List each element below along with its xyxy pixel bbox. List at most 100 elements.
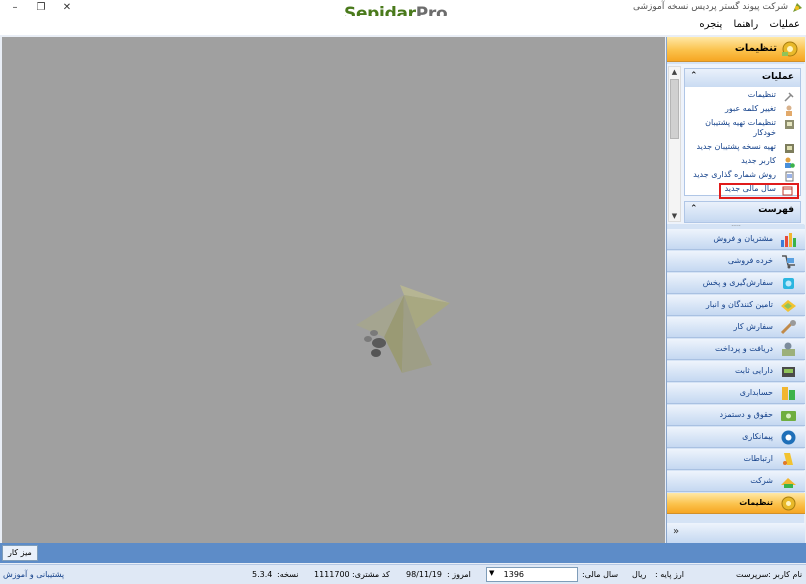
- module-label: دریافت و پرداخت: [715, 344, 773, 353]
- module-company[interactable]: شرکت: [667, 471, 805, 492]
- module-label: ارتباطات: [743, 454, 774, 463]
- menu-bar: عملیات راهنما پنجره: [0, 16, 806, 35]
- list-group-header[interactable]: ⌃ فهرست: [685, 202, 800, 220]
- tasks-scrollbar[interactable]: ▲ ▼: [668, 66, 681, 222]
- new-user-icon: [785, 157, 795, 168]
- collapse-chevron-icon[interactable]: ⌃: [690, 204, 698, 214]
- window-title: شرکت پیوند گستر پردیس نسخه آموزشی: [632, 2, 788, 12]
- title-bar: – ❐ ✕ SepidarPro شرکت پیوند گستر پردیس ن…: [0, 0, 806, 24]
- contracting-icon: [781, 430, 796, 445]
- fiscal-year-select[interactable]: ▼ 1396: [486, 567, 578, 582]
- module-suppliers-warehouse[interactable]: تامین کنندگان و انبار: [667, 295, 805, 316]
- nav-pane-header: تنظیمات: [667, 37, 805, 62]
- module-label: حسابداری: [739, 388, 773, 397]
- dropdown-arrow-icon[interactable]: ▼: [489, 569, 494, 577]
- work-order-icon: [780, 320, 796, 335]
- module-label: دارایی ثابت: [734, 366, 773, 375]
- task-new-fiscal-year[interactable]: سال مالی جدید: [719, 183, 799, 199]
- module-label: حقوق و دستمزد: [719, 410, 773, 419]
- sales-chart-icon: [781, 233, 796, 247]
- communications-icon: [783, 453, 793, 465]
- fiscal-year-label: سال مالی:: [582, 570, 619, 579]
- nav-pane-title: تنظیمات: [734, 43, 777, 54]
- module-label: تنظیمات: [739, 498, 773, 507]
- task-label: تغییر کلمه عبور: [725, 104, 776, 113]
- menu-help[interactable]: راهنما: [730, 16, 763, 30]
- customer-code-value: 1111700: [314, 570, 350, 579]
- task-new-user[interactable]: کاربر جدید: [685, 156, 800, 170]
- configure-buttons-chevron-icon[interactable]: »: [673, 526, 679, 537]
- scroll-down-arrow-icon[interactable]: ▼: [669, 211, 680, 221]
- fiscal-year-icon: [782, 186, 793, 196]
- base-currency-value: ریال: [632, 570, 647, 579]
- module-label: خرده فروشی: [727, 256, 773, 265]
- numbering-icon: [785, 171, 794, 182]
- module-retail[interactable]: خرده فروشی: [667, 251, 805, 272]
- module-accounting[interactable]: حسابداری: [667, 383, 805, 404]
- status-bar: پشتیبانی و آموزش 5.3.4 نسخه: 1111700 کد …: [0, 564, 806, 584]
- scroll-thumb[interactable]: [670, 79, 679, 139]
- navigation-pane: تنظیمات ▲ ▼ ⌃ عملیات تنظیمات تغییر کلمه …: [666, 37, 805, 543]
- tasks-area: ▲ ▼ ⌃ عملیات تنظیمات تغییر کلمه عبور تنظ…: [667, 64, 805, 224]
- module-communications[interactable]: ارتباطات: [667, 449, 805, 470]
- today-label: امروز :: [447, 570, 471, 579]
- task-label: تنظیمات: [747, 90, 776, 99]
- task-label: روش شماره گذاری جدید: [693, 170, 776, 179]
- module-ordering-distribution[interactable]: سفارش‌گیری و پخش: [667, 273, 805, 294]
- accounting-icon: [782, 387, 795, 400]
- module-label: مشتریان و فروش: [713, 234, 773, 243]
- backup-icon: [785, 144, 794, 153]
- task-label: تهیه نسخه پشتیبان جدید: [696, 142, 776, 151]
- scroll-up-arrow-icon[interactable]: ▲: [669, 67, 680, 77]
- operations-group-header[interactable]: ⌃ عملیات: [685, 69, 800, 87]
- company-icon: [781, 478, 796, 488]
- sepidar-watermark-icon: [356, 285, 450, 373]
- tab-desk[interactable]: میز کار: [2, 545, 38, 561]
- task-label: سال مالی جدید: [724, 184, 776, 193]
- fiscal-year-value: 1396: [503, 570, 524, 579]
- module-label: شرکت: [750, 476, 773, 485]
- support-link[interactable]: پشتیبانی و آموزش: [3, 570, 64, 579]
- menu-window[interactable]: پنجره: [695, 16, 726, 30]
- task-new-backup[interactable]: تهیه نسخه پشتیبان جدید: [685, 142, 800, 156]
- task-change-password[interactable]: تغییر کلمه عبور: [685, 104, 800, 118]
- user-key-icon: [786, 105, 792, 116]
- module-list: مشتریان و فروش خرده فروشی سفارش‌گیری و پ…: [667, 229, 805, 515]
- workspace-area: [2, 37, 665, 543]
- settings-icon: [784, 92, 794, 102]
- user-value: سرپرست: [736, 570, 769, 579]
- list-group: ⌃ فهرست: [684, 201, 801, 223]
- task-auto-backup-settings[interactable]: تنظیمات تهیه پشتیبان خودکار: [685, 118, 800, 142]
- module-contracting[interactable]: پیمانکاری: [667, 427, 805, 448]
- distribution-icon: [783, 278, 794, 289]
- module-label: سفارش کار: [733, 322, 773, 331]
- suppliers-icon: [781, 300, 796, 312]
- task-settings[interactable]: تنظیمات: [685, 90, 800, 104]
- nav-pane-footer[interactable]: »: [667, 523, 805, 543]
- task-new-numbering[interactable]: روش شماره گذاری جدید: [685, 170, 800, 184]
- module-receive-payment[interactable]: دریافت و پرداخت: [667, 339, 805, 360]
- today-value: 98/11/19: [406, 570, 442, 579]
- collapse-chevron-icon[interactable]: ⌃: [690, 71, 698, 81]
- module-payroll[interactable]: حقوق و دستمزد: [667, 405, 805, 426]
- operations-group-body: تنظیمات تغییر کلمه عبور تنظیمات تهیه پشت…: [685, 87, 800, 199]
- task-label: کاربر جدید: [741, 156, 776, 165]
- module-work-order[interactable]: سفارش کار: [667, 317, 805, 338]
- operations-group-title: عملیات: [762, 72, 794, 82]
- settings-gear-icon: [782, 41, 798, 57]
- customer-code-label: کد مشتری:: [352, 570, 390, 579]
- menu-operations[interactable]: عملیات: [765, 16, 804, 30]
- module-fixed-assets[interactable]: دارایی ثابت: [667, 361, 805, 382]
- retail-icon: [782, 255, 795, 269]
- settings-module-icon: [781, 496, 796, 511]
- base-currency-label: ارز پایه :: [655, 570, 684, 579]
- user-label: نام کاربر :: [768, 570, 803, 579]
- module-settings[interactable]: تنظیمات: [667, 493, 805, 514]
- version-label: نسخه:: [277, 570, 299, 579]
- close-button[interactable]: ✕: [52, 0, 82, 16]
- fixed-assets-icon: [782, 367, 795, 377]
- payment-icon: [782, 342, 795, 356]
- module-customers-sales[interactable]: مشتریان و فروش: [667, 229, 805, 250]
- auto-backup-icon: [785, 120, 794, 129]
- window-tab-bar: میز کار: [0, 543, 806, 563]
